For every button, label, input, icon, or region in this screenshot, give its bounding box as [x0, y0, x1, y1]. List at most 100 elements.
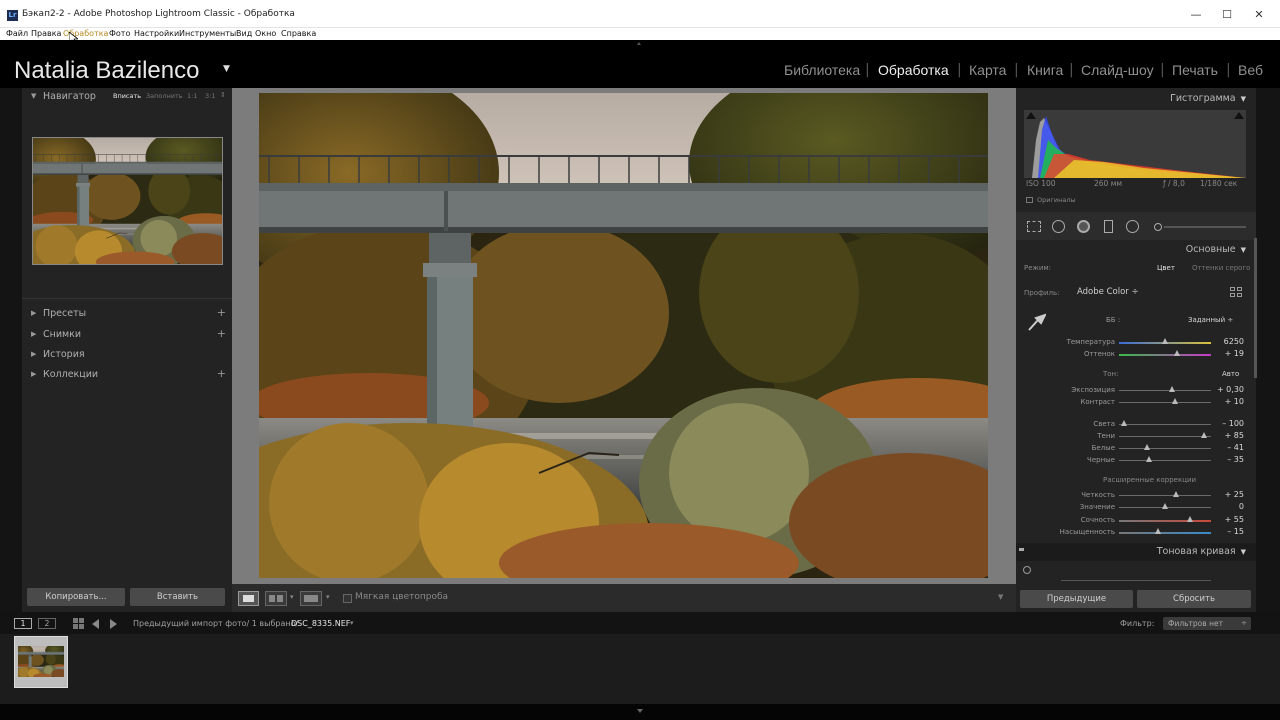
slider-value[interactable]: – 41: [1227, 443, 1244, 452]
snapshots-section[interactable]: ▶ Снимки +: [22, 326, 232, 345]
slider-track[interactable]: [1119, 448, 1211, 449]
maximize-button[interactable]: ☐: [1215, 6, 1239, 24]
add-preset-icon[interactable]: +: [217, 306, 226, 319]
module-book[interactable]: Книга: [1027, 62, 1063, 78]
slider-row[interactable]: Значение 0: [1016, 501, 1256, 513]
slider-row[interactable]: Белые – 41: [1016, 442, 1256, 454]
slider-row[interactable]: Насыщенность – 15: [1016, 526, 1256, 538]
slider-track[interactable]: [1119, 495, 1211, 496]
slider-value[interactable]: + 25: [1225, 490, 1244, 499]
history-section[interactable]: ▶ История: [22, 346, 232, 365]
slider-thumb[interactable]: [1143, 444, 1150, 450]
module-web[interactable]: Веб: [1238, 62, 1263, 78]
grid-view-icon[interactable]: [73, 618, 84, 629]
right-panel-edge[interactable]: [1256, 88, 1280, 612]
chevron-down-icon[interactable]: ▼: [223, 64, 230, 74]
slider-row[interactable]: Экспозиция + 0,30: [1016, 384, 1256, 396]
slider-track[interactable]: [1119, 354, 1211, 356]
add-collection-icon[interactable]: +: [217, 367, 226, 380]
loupe-view[interactable]: [232, 88, 1016, 584]
menu-tools[interactable]: Инструменты: [179, 28, 236, 40]
selected-filename[interactable]: DSC_8335.NEF: [291, 619, 350, 628]
next-photo-icon[interactable]: [110, 619, 117, 629]
slider-thumb[interactable]: [1172, 398, 1179, 404]
slider-row[interactable]: Черные – 35: [1016, 454, 1256, 466]
navigator-header[interactable]: ▼ Навигатор Вписать Заполнить 1:1 3:1 ⇕: [22, 88, 232, 107]
auto-tone-button[interactable]: Авто: [1222, 370, 1239, 378]
adjustment-brush-icon[interactable]: [1154, 223, 1162, 231]
navigator-preview[interactable]: [32, 137, 223, 265]
copy-settings-button[interactable]: Копировать...: [27, 588, 125, 606]
slider-track[interactable]: [1119, 402, 1211, 403]
slider-row[interactable]: Оттенок + 19: [1016, 348, 1256, 360]
histogram-header[interactable]: Гистограмма ▼: [1170, 93, 1246, 104]
slider-row[interactable]: Света – 100: [1016, 418, 1256, 430]
previous-settings-button[interactable]: Предыдущие: [1020, 590, 1133, 608]
minimize-button[interactable]: —: [1184, 6, 1208, 24]
before-after-dropdown-icon[interactable]: ▾: [290, 593, 294, 601]
tone-curve-header[interactable]: Тоновая кривая ▼: [1016, 543, 1256, 561]
radial-filter-icon[interactable]: [1126, 220, 1139, 233]
profile-select[interactable]: Adobe Color ÷: [1077, 287, 1139, 297]
slider-row[interactable]: Сочность + 55: [1016, 514, 1256, 526]
before-after-icon[interactable]: [265, 591, 287, 606]
slider-track[interactable]: [1119, 460, 1211, 461]
previous-photo-icon[interactable]: [92, 619, 99, 629]
redeye-tool-icon[interactable]: [1077, 220, 1090, 233]
toolbar-menu-icon[interactable]: ▼: [998, 593, 1003, 601]
slider-value[interactable]: + 19: [1225, 349, 1244, 358]
slider-thumb[interactable]: [1162, 338, 1168, 344]
yy-dropdown-icon[interactable]: ▾: [326, 593, 330, 601]
slider-thumb[interactable]: [1146, 456, 1153, 462]
spot-removal-icon[interactable]: [1052, 220, 1065, 233]
module-slideshow[interactable]: Слайд-шоу: [1081, 62, 1154, 78]
slider-thumb[interactable]: [1173, 350, 1180, 356]
slider-thumb[interactable]: [1120, 420, 1127, 426]
slider-row[interactable]: Тени + 85: [1016, 430, 1256, 442]
slider-row[interactable]: Четкость + 25: [1016, 489, 1256, 501]
loupe-view-icon[interactable]: [238, 591, 259, 606]
highlight-clipping-icon[interactable]: [1234, 112, 1244, 119]
shadow-clipping-icon[interactable]: [1026, 112, 1036, 119]
primary-window-button[interactable]: 1: [14, 618, 32, 629]
wb-select[interactable]: Заданный ÷: [1188, 316, 1233, 324]
menu-view[interactable]: Вид: [236, 28, 252, 40]
targeted-adjustment-icon[interactable]: [1023, 566, 1031, 574]
filmstrip-thumbnail[interactable]: [14, 636, 68, 688]
filename-dropdown-icon[interactable]: ▾: [350, 619, 354, 627]
slider-thumb[interactable]: [1169, 386, 1176, 392]
module-develop[interactable]: Обработка: [878, 62, 949, 78]
zoom-menu-icon[interactable]: ⇕: [220, 91, 226, 99]
slider-track[interactable]: [1119, 436, 1211, 437]
slider-track[interactable]: [1119, 520, 1211, 522]
slider-thumb[interactable]: [1162, 503, 1168, 509]
zoom-fill[interactable]: Заполнить: [146, 92, 183, 100]
menu-window[interactable]: Окно: [255, 28, 276, 40]
module-map[interactable]: Карта: [969, 62, 1006, 78]
slider-value[interactable]: + 0,30: [1217, 385, 1244, 394]
soft-proof-checkbox[interactable]: [343, 594, 352, 603]
profile-browser-icon[interactable]: [1230, 287, 1243, 298]
treatment-color[interactable]: Цвет: [1157, 264, 1175, 272]
yy-view-icon[interactable]: [300, 591, 322, 606]
slider-value[interactable]: 0: [1239, 502, 1244, 511]
menu-settings[interactable]: Настройки: [134, 28, 179, 40]
slider-track[interactable]: [1119, 424, 1211, 425]
add-snapshot-icon[interactable]: +: [217, 327, 226, 340]
main-photo[interactable]: [259, 93, 988, 578]
slider-value[interactable]: – 15: [1227, 527, 1244, 536]
menu-photo[interactable]: Фото: [109, 28, 130, 40]
source-path[interactable]: Предыдущий импорт фото/ 1 выбрано/: [133, 619, 298, 628]
slider-value[interactable]: – 35: [1227, 455, 1244, 464]
basic-header[interactable]: Основные ▼: [1186, 244, 1246, 255]
brush-slider[interactable]: [1164, 226, 1246, 228]
eyedropper-icon[interactable]: [1026, 310, 1046, 332]
presets-section[interactable]: ▶ Пресеты +: [22, 305, 232, 324]
zoom-3to1[interactable]: 3:1: [205, 92, 215, 100]
module-print[interactable]: Печать: [1172, 62, 1218, 78]
reset-button[interactable]: Сбросить: [1137, 590, 1251, 608]
histogram[interactable]: [1024, 110, 1246, 178]
slider-track[interactable]: [1119, 390, 1211, 391]
zoom-1to1[interactable]: 1:1: [187, 92, 197, 100]
slider-thumb[interactable]: [1173, 491, 1180, 497]
